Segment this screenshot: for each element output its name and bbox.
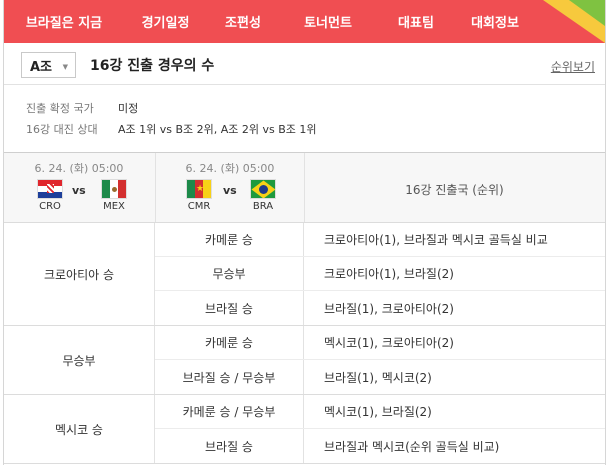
- nav-item-tournament[interactable]: 토너먼트: [279, 0, 377, 43]
- match-cmr-bra: 6. 24. (화) 05:00 ★ CMR vs BRA: [155, 153, 305, 223]
- outcome-cell: 크로아티아(1), 브라질(2): [324, 267, 454, 281]
- rank-link[interactable]: 순위보기: [551, 58, 595, 75]
- outcome-cell: 브라질(1), 멕시코(2): [324, 370, 432, 385]
- table-row: 카메룬 승 / 무승부 멕시코(1), 브라질(2): [155, 395, 605, 429]
- vs-label: vs: [72, 184, 86, 197]
- nav-corner-decoration-green: [569, 0, 605, 26]
- table-header: 6. 24. (화) 05:00 CRO vs MEX 6. 24. (화) 0…: [4, 152, 605, 223]
- group-label: 크로아티아 승: [4, 223, 155, 325]
- nav-item-schedule[interactable]: 경기일정: [124, 0, 207, 43]
- table-row: 무승부 크로아티아(1), 브라질(2): [155, 257, 605, 291]
- table-row: 브라질 승 브라질과 멕시코(순위 골득실 비교): [155, 429, 605, 463]
- confirmed-label: 진출 확정 국가: [26, 102, 94, 115]
- scenario-group: 멕시코 승 카메룬 승 / 무승부 멕시코(1), 브라질(2) 브라질 승 브…: [4, 395, 605, 464]
- result-cell: 브라질 승: [155, 429, 304, 463]
- result-cell: 브라질 승 / 무승부: [155, 360, 304, 394]
- confirmed-value: 미정: [118, 102, 139, 115]
- team-cro: CRO: [32, 179, 68, 212]
- team-code: CMR: [187, 201, 211, 212]
- nav-item-groups[interactable]: 조편성: [207, 0, 279, 43]
- outcome-cell: 멕시코(1), 브라질(2): [324, 405, 432, 419]
- scenario-table: 6. 24. (화) 05:00 CRO vs MEX 6. 24. (화) 0…: [4, 152, 605, 464]
- table-row: 브라질 승 브라질(1), 크로아티아(2): [155, 291, 605, 325]
- group-label: 무승부: [4, 326, 155, 394]
- scenario-group: 무승부 카메룬 승 멕시코(1), 크로아티아(2) 브라질 승 / 무승부 브…: [4, 326, 605, 395]
- nav-item-brazil-now[interactable]: 브라질은 지금: [4, 0, 124, 43]
- group-select[interactable]: A조 ▼: [21, 52, 76, 78]
- result-cell: 브라질 승: [155, 291, 304, 325]
- match-cro-mex: 6. 24. (화) 05:00 CRO vs MEX: [4, 153, 154, 223]
- outcome-cell: 멕시코(1), 크로아티아(2): [324, 336, 454, 350]
- match-date: 6. 24. (화) 05:00: [185, 162, 275, 175]
- result-cell: 카메룬 승: [155, 326, 304, 359]
- matchup-value: A조 1위 vs B조 2위, A조 2위 vs B조 1위: [118, 123, 317, 136]
- team-mex: MEX: [96, 179, 132, 212]
- outcome-cell: 브라질과 멕시코(순위 골득실 비교): [324, 439, 500, 454]
- team-code: CRO: [39, 201, 61, 212]
- group-select-value: A조: [30, 59, 53, 75]
- result-cell: 무승부: [155, 257, 304, 290]
- confirmed-line: 진출 확정 국가 미정: [26, 100, 138, 116]
- croatia-flag-icon: [37, 179, 63, 199]
- qualifiers-column-header: 16강 진출국 (순위): [405, 183, 504, 197]
- chevron-down-icon: ▼: [62, 63, 68, 71]
- vs-label: vs: [223, 184, 237, 197]
- team-cmr: ★ CMR: [181, 179, 217, 212]
- top-nav: 브라질은 지금 경기일정 조편성 토너먼트 대표팀 대회정보: [4, 0, 605, 43]
- match-date: 6. 24. (화) 05:00: [34, 162, 124, 175]
- team-code: MEX: [103, 201, 125, 212]
- table-row: 카메룬 승 멕시코(1), 크로아티아(2): [155, 326, 605, 360]
- outcome-cell: 브라질(1), 크로아티아(2): [324, 301, 454, 316]
- page-title: 16강 진출 경우의 수: [90, 58, 215, 74]
- nav-item-team[interactable]: 대표팀: [377, 0, 455, 43]
- matchup-line: 16강 대진 상대 A조 1위 vs B조 2위, A조 2위 vs B조 1위: [26, 121, 317, 137]
- team-code: BRA: [252, 201, 274, 212]
- table-row: 카메룬 승 크로아티아(1), 브라질과 멕시코 골득실 비교: [155, 223, 605, 257]
- result-cell: 카메룬 승 / 무승부: [155, 395, 304, 428]
- nav-item-info[interactable]: 대회정보: [455, 0, 535, 43]
- outcome-cell: 크로아티아(1), 브라질과 멕시코 골득실 비교: [324, 233, 548, 247]
- mexico-flag-icon: [101, 179, 127, 199]
- group-label: 멕시코 승: [4, 395, 155, 463]
- team-bra: BRA: [245, 179, 281, 212]
- matchup-label: 16강 대진 상대: [26, 123, 98, 136]
- info-section: 진출 확정 국가 미정 16강 대진 상대 A조 1위 vs B조 2위, A조…: [4, 85, 605, 152]
- table-row: 브라질 승 / 무승부 브라질(1), 멕시코(2): [155, 360, 605, 394]
- page-frame: 브라질은 지금 경기일정 조편성 토너먼트 대표팀 대회정보 A조 ▼ 16강 …: [3, 0, 606, 465]
- scenario-group: 크로아티아 승 카메룬 승 크로아티아(1), 브라질과 멕시코 골득실 비교 …: [4, 223, 605, 326]
- brazil-flag-icon: [250, 179, 276, 199]
- result-cell: 카메룬 승: [155, 223, 304, 256]
- header-row: A조 ▼ 16강 진출 경우의 수 순위보기: [4, 43, 605, 85]
- cameroon-flag-icon: ★: [186, 179, 212, 199]
